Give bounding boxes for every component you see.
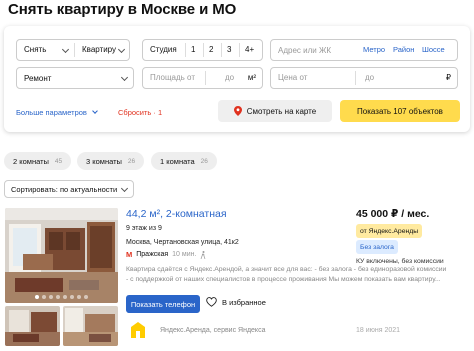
- chip-count: 26: [200, 157, 208, 165]
- walking-person-icon: [201, 250, 206, 259]
- rooms-selector: Студия 1 2 3 4+: [142, 39, 263, 61]
- listing-photo-thumb-2[interactable]: [63, 306, 118, 346]
- search-by-metro[interactable]: Метро: [363, 40, 385, 60]
- more-params-label: Больше параметров: [16, 108, 87, 117]
- rooms-option-2[interactable]: 2: [209, 40, 213, 60]
- sort-label: Сортировать: по актуальности: [11, 184, 118, 194]
- page-title: Снять квартиру в Москве и МО: [8, 1, 237, 18]
- chevron-down-icon: [117, 45, 126, 54]
- listing-price: 45 000 ₽ / мес.: [356, 208, 430, 220]
- listing-floor: 9 этаж из 9: [126, 225, 162, 232]
- price-unit: ₽: [445, 73, 451, 82]
- listing-title-link[interactable]: 44,2 м², 2-комнатная: [126, 208, 227, 220]
- photo-pagination: [5, 295, 118, 299]
- chip-count: 26: [127, 157, 136, 165]
- chip-label: 2 комнаты: [13, 156, 49, 166]
- room-photo: [63, 306, 118, 346]
- renovation-dropdown[interactable]: Ремонт: [16, 67, 134, 89]
- deal-type-value: Снять: [24, 45, 47, 54]
- listing-photo-main[interactable]: [5, 208, 118, 303]
- area-range: Площадь от до м²: [142, 67, 263, 89]
- room-photo: [5, 306, 60, 346]
- walk-time: 10 мин.: [172, 251, 197, 258]
- search-by-district[interactable]: Район: [393, 40, 414, 60]
- chevron-down-icon: [120, 184, 129, 193]
- show-phone-button[interactable]: Показать телефон: [126, 295, 200, 313]
- divider: [239, 43, 240, 57]
- favorite-label: В избранное: [222, 297, 266, 307]
- description-line-1: Квартира сдаётся с Яндекс.Арендой, а зна…: [126, 266, 447, 273]
- listing-photo-thumb-1[interactable]: [5, 306, 60, 346]
- chip-label: 1 комната: [160, 156, 195, 166]
- listing-metro: М Пражская 10 мин.: [126, 250, 206, 259]
- quick-filter-3-rooms[interactable]: 3 комнаты 26: [77, 152, 145, 170]
- house-logo-icon: [131, 322, 145, 338]
- show-on-map-label: Смотреть на карте: [246, 106, 317, 116]
- chip-label: 3 комнаты: [86, 156, 122, 166]
- quick-filter-2-rooms[interactable]: 2 комнаты 45: [4, 152, 72, 170]
- quick-filter-1-room[interactable]: 1 комната 26: [151, 152, 217, 170]
- chip-count: 45: [54, 157, 63, 165]
- property-type-value: Квартиру: [82, 45, 117, 54]
- more-params-link[interactable]: Больше параметров: [16, 108, 98, 117]
- sort-dropdown[interactable]: Сортировать: по актуальности: [4, 180, 134, 198]
- chevron-down-icon: [92, 108, 98, 114]
- no-deposit-badge: Без залога: [356, 240, 398, 254]
- address-search-field[interactable]: Адрес или ЖК Метро Район Шоссе: [270, 39, 458, 61]
- listing-address: Москва, Чертановская улица, 41к2: [126, 239, 239, 246]
- map-pin-icon: [233, 106, 242, 116]
- yandex-rent-badge: от Яндекс.Аренды: [356, 224, 423, 238]
- area-unit: м²: [247, 73, 256, 82]
- price-range: Цена от до ₽: [270, 67, 458, 89]
- property-type-dropdown[interactable]: Квартиру: [75, 40, 130, 60]
- add-to-favorites-button[interactable]: В избранное: [206, 297, 266, 307]
- divider: [203, 43, 204, 57]
- metro-icon: М: [126, 250, 133, 259]
- filter-panel: Снять Квартиру Студия 1 2 3 4+ Адрес или…: [4, 26, 470, 132]
- rooms-option-1[interactable]: 1: [191, 40, 195, 60]
- divider: [185, 43, 186, 57]
- rooms-option-3[interactable]: 3: [227, 40, 231, 60]
- address-search-input[interactable]: Адрес или ЖК: [271, 46, 331, 55]
- agent-name: Яндекс.Аренда, сервис Яндекса: [160, 327, 266, 334]
- divider: [221, 43, 222, 57]
- divider: [205, 71, 206, 85]
- rooms-option-studio[interactable]: Студия: [150, 40, 177, 60]
- chevron-down-icon: [61, 45, 70, 54]
- heart-icon: [206, 297, 217, 307]
- price-from-input[interactable]: Цена от: [271, 73, 307, 82]
- reset-filters-link[interactable]: Сбросить · 1: [118, 108, 162, 117]
- listing-date: 18 июня 2021: [356, 327, 401, 334]
- chevron-down-icon: [120, 73, 129, 82]
- show-results-button[interactable]: Показать 107 объектов: [340, 100, 460, 122]
- listing-description: Квартира сдаётся с Яндекс.Арендой, а зна…: [126, 265, 454, 285]
- search-by-highway[interactable]: Шоссе: [422, 40, 445, 60]
- deal-type-dropdown[interactable]: Снять: [17, 40, 74, 60]
- renovation-value: Ремонт: [24, 73, 52, 83]
- metro-station: Пражская: [136, 251, 169, 258]
- show-on-map-button[interactable]: Смотреть на карте: [218, 100, 332, 122]
- description-line-2: - с поддержкой от наших специалистов в п…: [126, 276, 441, 283]
- price-note: КУ включены, без комиссии: [356, 258, 444, 265]
- room-photo: [5, 208, 118, 303]
- deal-type-select: Снять Квартиру: [16, 39, 130, 61]
- rooms-option-4plus[interactable]: 4+: [245, 40, 254, 60]
- price-to-input[interactable]: до: [365, 73, 374, 82]
- area-to-input[interactable]: до: [225, 73, 234, 82]
- divider: [355, 71, 356, 85]
- area-from-input[interactable]: Площадь от: [143, 73, 195, 82]
